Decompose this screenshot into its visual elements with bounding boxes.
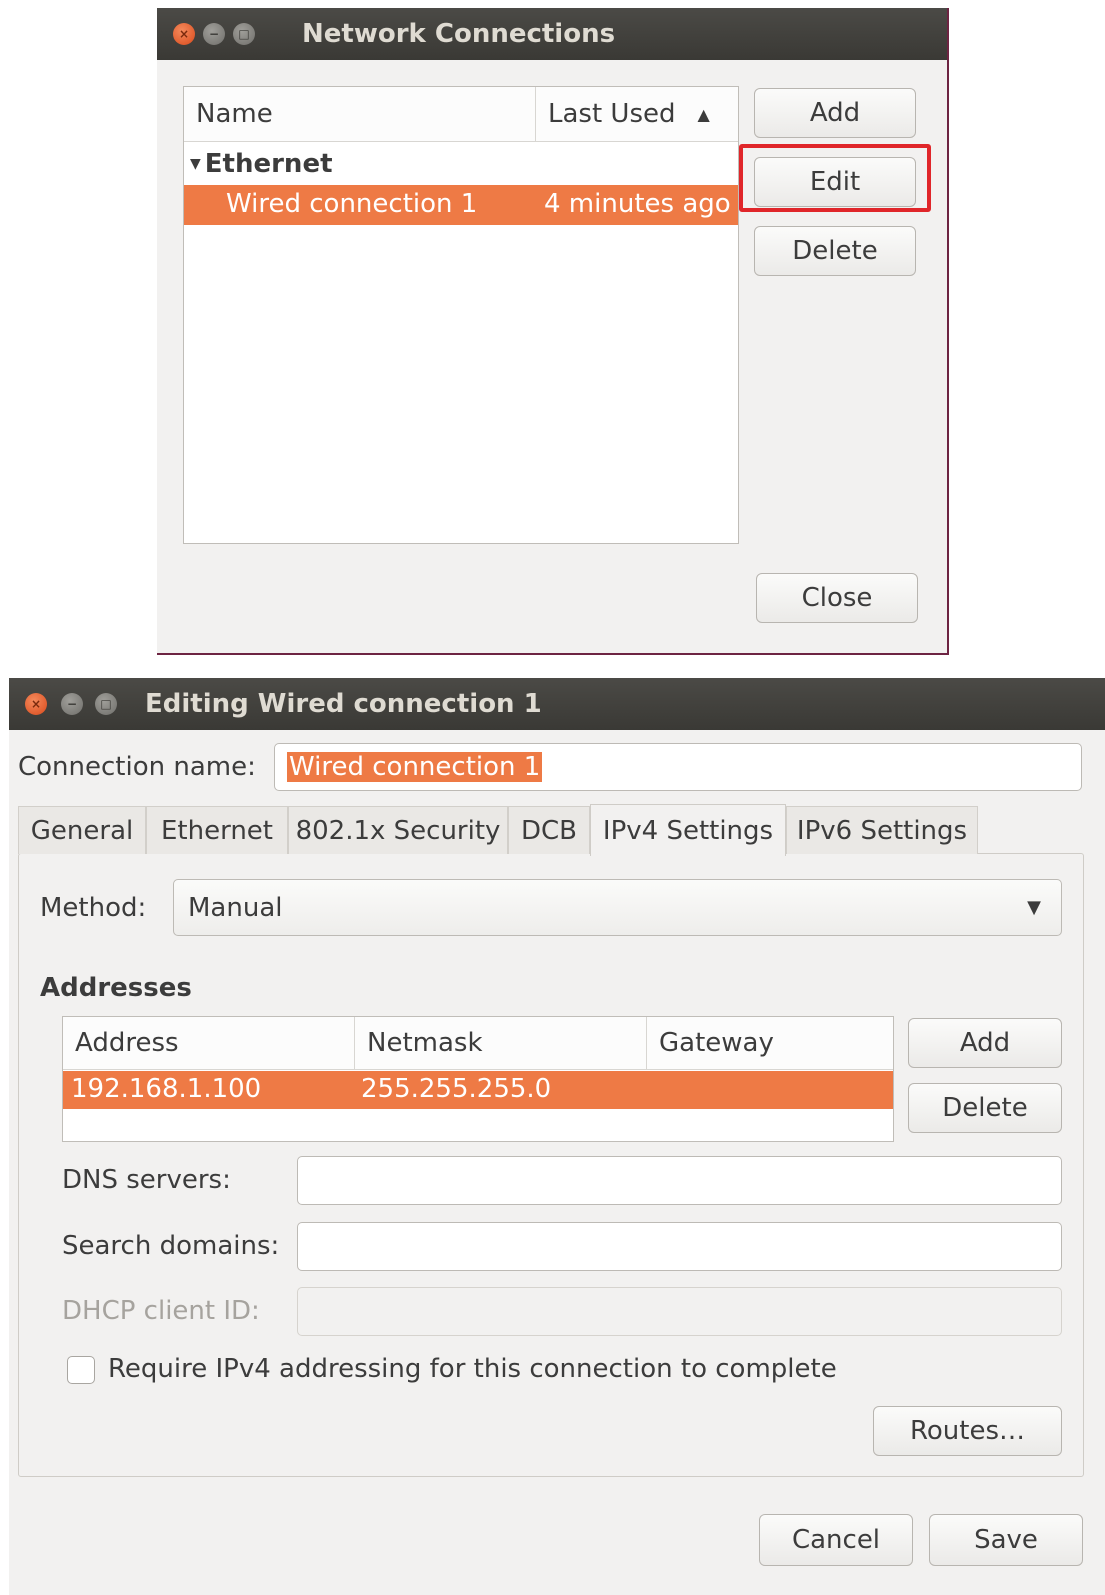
close-window-icon[interactable]: ×	[173, 23, 195, 45]
method-label: Method:	[40, 893, 147, 923]
tab-ipv4-settings-label: IPv4 Settings	[602, 815, 774, 846]
column-header-address[interactable]: Address	[63, 1017, 355, 1069]
window-title: Editing Wired connection 1	[145, 689, 542, 719]
sort-ascending-icon: ▲	[697, 104, 710, 124]
maximize-window-icon[interactable]: □	[233, 23, 255, 45]
tab-dcb[interactable]: DCB	[508, 806, 590, 854]
address-add-button[interactable]: Add	[908, 1018, 1062, 1068]
group-row-ethernet[interactable]: ▼ Ethernet	[184, 145, 333, 183]
tab-ipv6-settings-label: IPv6 Settings	[796, 815, 968, 846]
method-dropdown[interactable]: Manual ▼	[173, 879, 1062, 936]
add-button[interactable]: Add	[754, 88, 916, 138]
routes-button[interactable]: Routes…	[873, 1406, 1062, 1456]
maximize-window-icon[interactable]: □	[95, 693, 117, 715]
column-header-netmask-label: Netmask	[367, 1028, 483, 1058]
delete-button[interactable]: Delete	[754, 226, 916, 276]
tab-ipv4-settings[interactable]: IPv4 Settings	[590, 804, 786, 856]
tab-ethernet[interactable]: Ethernet	[146, 806, 288, 854]
column-header-name[interactable]: Name	[184, 87, 536, 141]
close-window-icon[interactable]: ×	[25, 693, 47, 715]
table-row[interactable]: 192.168.1.100 255.255.255.0	[63, 1071, 893, 1109]
dns-servers-field[interactable]	[297, 1156, 1062, 1205]
require-ipv4-checkbox[interactable]	[67, 1356, 95, 1384]
minimize-window-icon[interactable]: −	[203, 23, 225, 45]
require-ipv4-label[interactable]: Require IPv4 addressing for this connect…	[108, 1354, 837, 1384]
addresses-header: Address Netmask Gateway	[63, 1017, 893, 1070]
column-header-last-used-label: Last Used	[548, 99, 676, 129]
connection-name-label: Connection name:	[18, 752, 256, 782]
close-button[interactable]: Close	[756, 573, 918, 623]
edit-button[interactable]: Edit	[754, 157, 916, 207]
column-header-last-used[interactable]: Last Used ▲	[536, 87, 738, 141]
minimize-window-icon[interactable]: −	[61, 693, 83, 715]
tab-ethernet-label: Ethernet	[161, 815, 273, 846]
method-value: Manual	[188, 893, 283, 923]
connection-name-value: Wired connection 1	[287, 752, 543, 782]
column-header-name-label: Name	[196, 99, 273, 129]
dhcp-client-id-label: DHCP client ID:	[62, 1296, 260, 1326]
column-header-gateway[interactable]: Gateway	[647, 1017, 893, 1069]
addresses-table[interactable]: Address Netmask Gateway 192.168.1.100 25…	[62, 1016, 894, 1142]
search-domains-label: Search domains:	[62, 1231, 280, 1261]
tab-8021x-security[interactable]: 802.1x Security	[288, 806, 508, 854]
connection-name-field[interactable]: Wired connection 1	[274, 743, 1082, 791]
column-header-gateway-label: Gateway	[659, 1028, 774, 1058]
connections-list[interactable]: Name Last Used ▲ ▼ Ethernet Wired connec…	[183, 86, 739, 544]
window-title: Network Connections	[302, 19, 616, 49]
group-label: Ethernet	[204, 149, 333, 179]
tab-ipv6-settings[interactable]: IPv6 Settings	[786, 806, 978, 854]
expander-icon[interactable]: ▼	[190, 156, 201, 172]
address-cell[interactable]: 192.168.1.100	[71, 1074, 261, 1104]
search-domains-field[interactable]	[297, 1222, 1062, 1271]
column-header-address-label: Address	[75, 1028, 179, 1058]
address-delete-button[interactable]: Delete	[908, 1083, 1062, 1133]
column-header-netmask[interactable]: Netmask	[355, 1017, 647, 1069]
addresses-heading: Addresses	[40, 973, 192, 1003]
tab-dcb-label: DCB	[520, 815, 577, 846]
dns-servers-label: DNS servers:	[62, 1165, 231, 1195]
list-header: Name Last Used ▲	[184, 87, 738, 142]
titlebar: × − □ Network Connections	[157, 8, 947, 60]
connection-last-used: 4 minutes ago	[544, 189, 731, 219]
chevron-down-icon: ▼	[1027, 897, 1041, 918]
tab-general-label: General	[30, 815, 134, 846]
tab-general[interactable]: General	[18, 806, 146, 854]
connection-name: Wired connection 1	[226, 189, 478, 219]
list-item-wired-connection[interactable]: Wired connection 1 4 minutes ago	[184, 185, 738, 225]
save-button[interactable]: Save	[929, 1514, 1083, 1566]
network-connections-window: × − □ Network Connections Name Last Used…	[157, 8, 949, 655]
tab-8021x-security-label: 802.1x Security	[295, 815, 501, 846]
netmask-cell[interactable]: 255.255.255.0	[361, 1074, 551, 1104]
cancel-button[interactable]: Cancel	[759, 1514, 913, 1566]
titlebar: × − □ Editing Wired connection 1	[9, 678, 1105, 730]
dhcp-client-id-field	[297, 1287, 1062, 1336]
